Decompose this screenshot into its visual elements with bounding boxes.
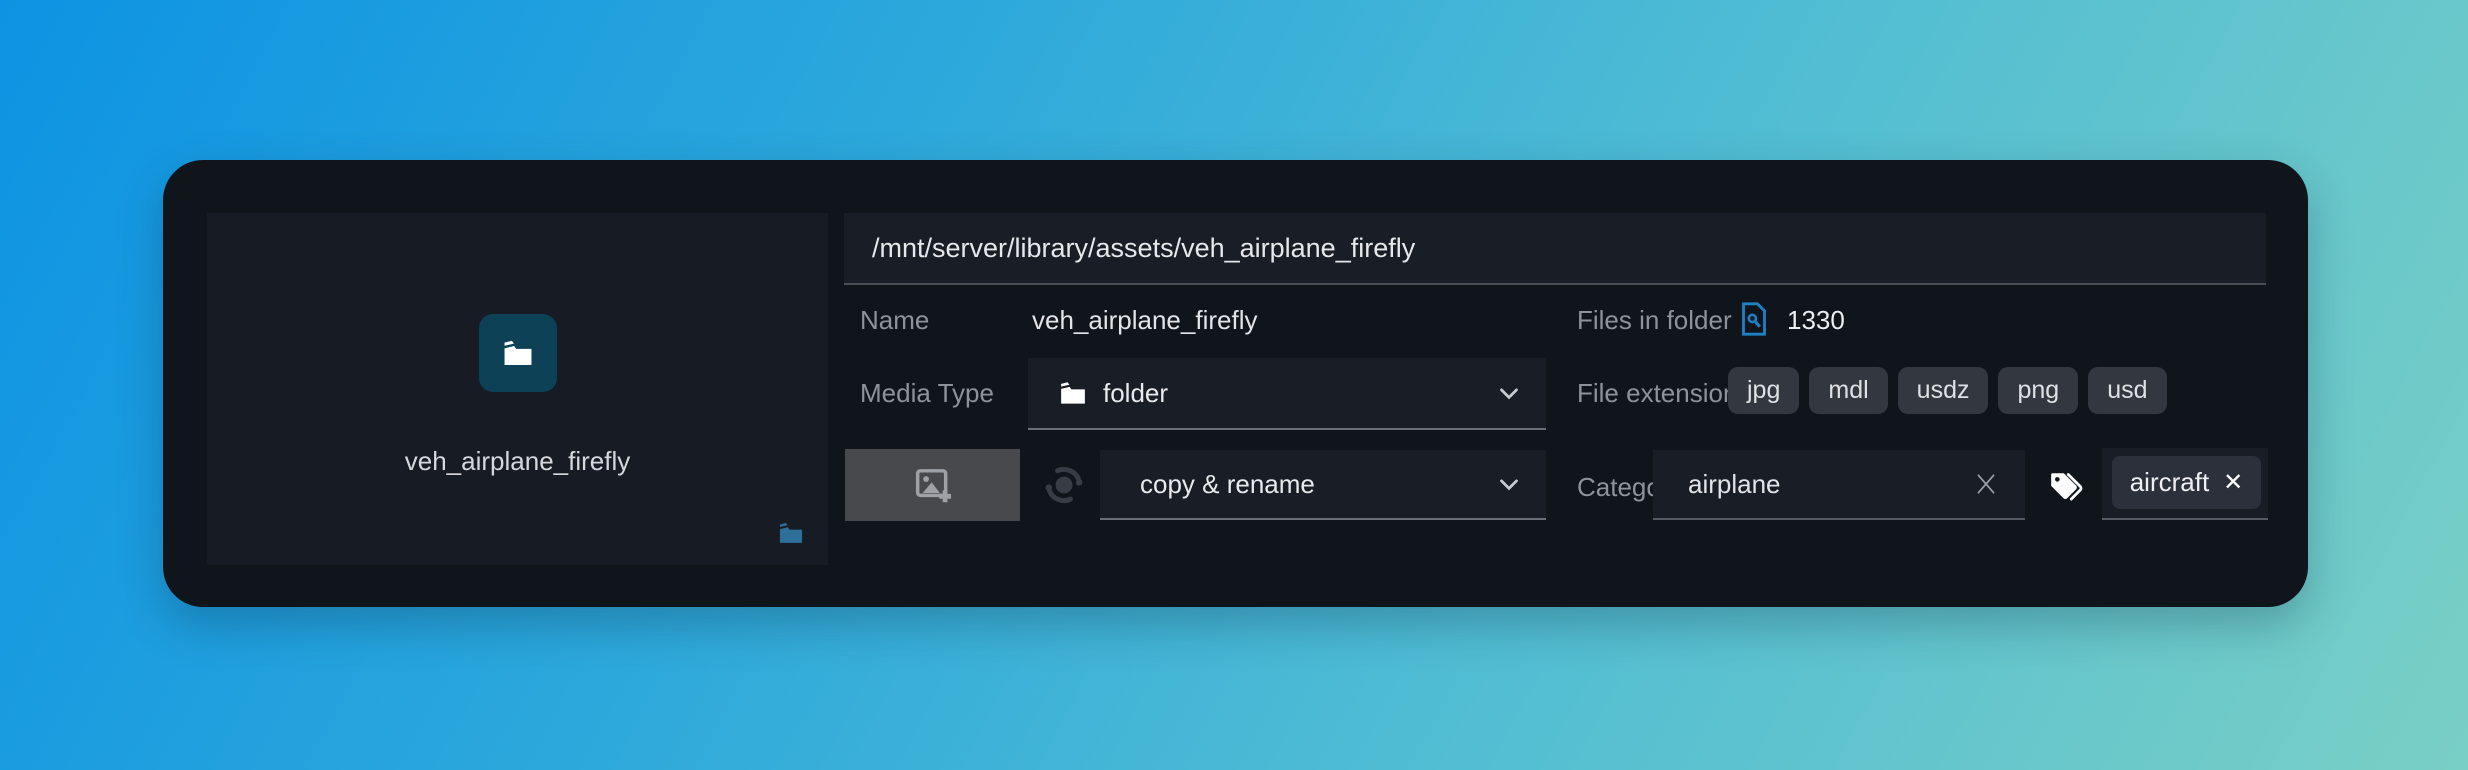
name-value: veh_airplane_firefly	[1032, 305, 1258, 335]
files-in-folder-count: 1330	[1787, 305, 1845, 335]
folder-icon	[1061, 382, 1085, 404]
files-in-folder-label: Files in folder	[1577, 305, 1732, 335]
name-label: Name	[860, 305, 930, 335]
file-search-icon[interactable]	[1740, 300, 1768, 338]
asset-path-input[interactable]: /mnt/server/library/assets/veh_airplane_…	[844, 213, 2266, 285]
extension-chip: png	[1998, 367, 2079, 414]
tags-icon	[2051, 473, 2083, 501]
category-value: airplane	[1688, 469, 1781, 499]
category-input[interactable]: airplane	[1653, 450, 2025, 520]
chevron-down-icon	[1500, 388, 1518, 400]
remove-tag-icon[interactable]: ✕	[2223, 468, 2243, 497]
add-image-button[interactable]	[845, 449, 1020, 521]
asset-details-panel: veh_airplane_firefly /mnt/server/library…	[163, 160, 2308, 607]
copy-mode-dropdown[interactable]: copy & rename	[1100, 450, 1546, 520]
extension-chip: usd	[2088, 367, 2167, 414]
folder-type-icon	[779, 522, 803, 543]
sync-icon[interactable]	[1041, 462, 1087, 508]
folder-icon	[504, 340, 532, 366]
image-add-icon	[915, 469, 951, 503]
tag-label: aircraft	[2129, 467, 2210, 497]
copy-mode-value: copy & rename	[1140, 469, 1315, 499]
extension-chip: usdz	[1897, 367, 1989, 414]
chevron-down-icon	[1500, 479, 1518, 491]
media-type-value: folder	[1103, 378, 1169, 408]
asset-preview-card: veh_airplane_firefly	[207, 213, 828, 565]
extension-chip: mdl	[1809, 367, 1888, 414]
media-type-label: Media Type	[860, 378, 994, 408]
folder-thumbnail-badge	[479, 314, 557, 392]
media-type-dropdown[interactable]: folder	[1028, 358, 1546, 430]
category-tags-field: aircraft ✕	[2102, 448, 2268, 520]
x-clear-icon[interactable]	[1973, 471, 1999, 497]
file-extensions-label: File extensions	[1577, 378, 1751, 408]
preview-asset-name: veh_airplane_firefly	[404, 446, 631, 476]
tag-chip-aircraft: aircraft ✕	[2112, 456, 2261, 509]
extension-chip: jpg	[1728, 367, 1800, 414]
file-extension-chips: jpg mdl usdz png usd	[1728, 367, 2167, 414]
